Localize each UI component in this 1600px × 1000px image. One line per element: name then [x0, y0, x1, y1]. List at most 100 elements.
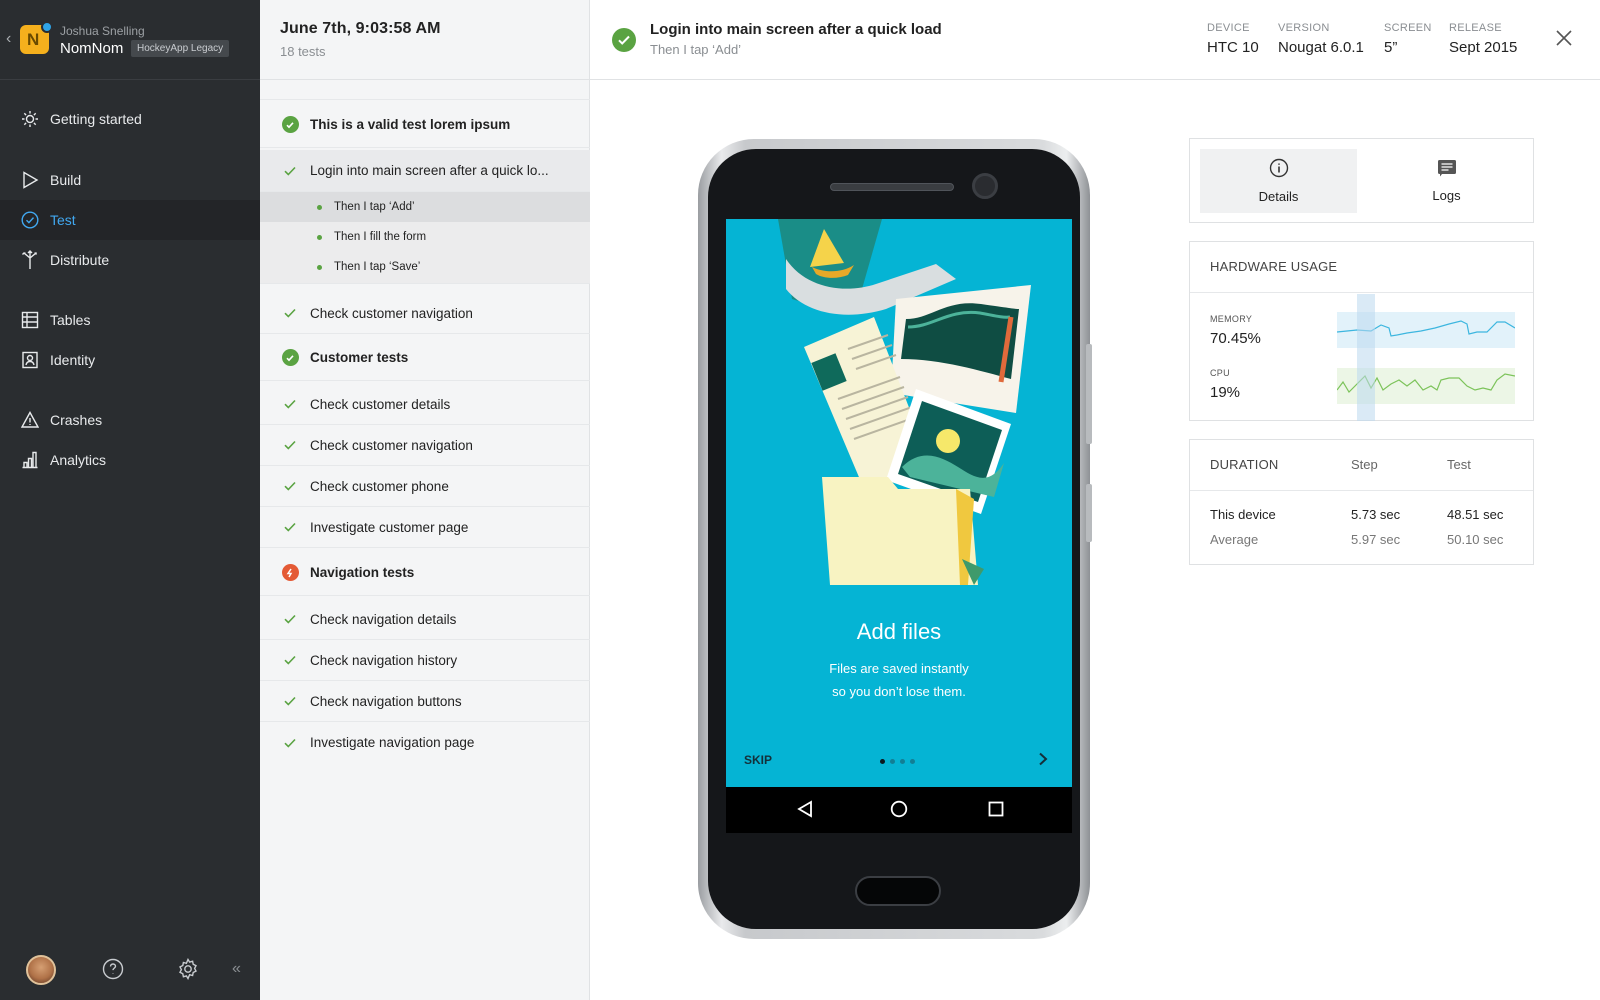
test-row[interactable]: Check customer phone	[260, 466, 590, 507]
duration-test-value: 48.51 sec	[1447, 507, 1504, 522]
step-item[interactable]: Then I tap ‘Save’	[260, 252, 590, 282]
nav-item-label: Analytics	[50, 452, 107, 468]
test-row[interactable]: Check navigation details	[260, 599, 590, 640]
tab-details[interactable]: Details	[1200, 149, 1357, 213]
id-card-icon	[20, 350, 40, 370]
test-label: Check navigation buttons	[310, 693, 462, 709]
back-triangle-icon[interactable]	[796, 800, 814, 823]
test-group-row[interactable]: This is a valid test lorem ipsum	[260, 102, 590, 148]
step-label: Then I tap ‘Save’	[334, 261, 421, 273]
test-title: Login into main screen after a quick loa…	[650, 21, 942, 38]
collapse-sidebar-icon[interactable]: «	[232, 960, 256, 984]
test-group-row[interactable]: Customer tests	[260, 335, 590, 381]
app-switcher[interactable]: ‹ N Joshua Snelling NomNom HockeyApp Leg…	[0, 0, 260, 80]
tab-label: Logs	[1432, 188, 1461, 203]
test-row[interactable]: Check navigation history	[260, 640, 590, 681]
user-name: Joshua Snelling	[60, 24, 145, 38]
check-icon	[281, 436, 299, 454]
device-frame: Add files Files are saved instantly so y…	[698, 139, 1092, 939]
nav-item-label: Test	[50, 212, 76, 228]
timeline-cursor[interactable]	[1357, 294, 1375, 421]
test-detail-content: Add files Files are saved instantly so y…	[590, 81, 1600, 1000]
test-label: Investigate navigation page	[310, 735, 475, 750]
volume-button	[1086, 344, 1092, 444]
fork-arrows-icon	[20, 250, 40, 270]
duration-step-value: 5.73 sec	[1351, 507, 1401, 522]
power-button	[1086, 484, 1092, 542]
check-icon	[281, 304, 299, 322]
app-icon: N	[20, 21, 53, 54]
tab-logs[interactable]: Logs	[1368, 149, 1525, 213]
nav-item-distribute[interactable]: Distribute	[0, 240, 260, 280]
step-dot-icon	[317, 264, 322, 270]
test-row[interactable]: Check customer navigation	[260, 425, 590, 466]
column-header-test: Test	[1447, 457, 1471, 472]
next-chevron-icon[interactable]	[1038, 752, 1048, 771]
detail-tabs-panel: Details Logs	[1189, 138, 1534, 223]
step-item[interactable]: Then I fill the form	[260, 222, 590, 252]
duration-step-value: 5.97 sec	[1351, 532, 1401, 547]
skip-button[interactable]: SKIP	[744, 753, 772, 767]
hardware-usage-panel: HARDWARE USAGE MEMORY 70.45% CPU 19%	[1189, 241, 1534, 421]
duration-row-label: This device	[1210, 507, 1276, 522]
close-icon[interactable]	[1554, 28, 1578, 52]
test-count: 18 tests	[280, 44, 326, 59]
step-dot-icon	[317, 234, 322, 240]
test-group-row-failed[interactable]: Navigation tests	[260, 550, 590, 596]
settings-gear-icon[interactable]	[177, 957, 201, 982]
test-step-subtitle: Then I tap ‘Add’	[650, 42, 742, 57]
test-row-selected[interactable]: Login into main screen after a quick lo.…	[260, 150, 590, 192]
meta-value: HTC 10	[1207, 39, 1259, 56]
warning-icon	[20, 410, 40, 430]
test-row[interactable]: Investigate customer page	[260, 507, 590, 548]
fail-status-icon	[281, 564, 299, 582]
duration-panel: DURATION Step Test This device 5.73 sec …	[1189, 439, 1534, 565]
step-dot-icon	[317, 204, 322, 210]
nav-item-analytics[interactable]: Analytics	[0, 440, 260, 480]
nav-item-build[interactable]: Build	[0, 160, 260, 200]
nav-item-crashes[interactable]: Crashes	[0, 400, 260, 440]
back-chevron-icon[interactable]: ‹	[6, 30, 11, 48]
test-label: Check customer navigation	[310, 437, 473, 453]
nav-item-tables[interactable]: Tables	[0, 300, 260, 340]
check-icon	[281, 477, 299, 495]
onboarding-subtitle: Files are saved instantly so you don’t l…	[726, 657, 1072, 703]
home-circle-icon[interactable]	[890, 800, 908, 823]
meta-version: VERSION Nougat 6.0.1	[1278, 22, 1364, 56]
sun-icon	[20, 109, 40, 129]
nav-item-test[interactable]: Test	[0, 200, 260, 240]
test-run-date: June 7th, 9:03:58 AM	[280, 20, 441, 37]
help-icon[interactable]	[102, 958, 126, 982]
logs-icon	[1437, 159, 1457, 180]
check-icon	[281, 734, 299, 752]
test-row[interactable]: Investigate navigation page	[260, 722, 590, 763]
app-icon-letter: N	[27, 30, 40, 49]
meta-key: RELEASE	[1449, 22, 1502, 34]
nav-item-label: Identity	[50, 352, 96, 368]
memory-value: 70.45%	[1210, 330, 1261, 347]
step-item[interactable]: Then I tap ‘Add’	[260, 192, 590, 222]
test-row[interactable]: Check customer navigation	[260, 293, 590, 334]
step-label: Then I tap ‘Add’	[334, 201, 415, 213]
avatar[interactable]	[26, 955, 56, 985]
check-icon	[281, 162, 299, 180]
hardware-sparklines	[1337, 294, 1515, 421]
test-label: Check customer navigation	[310, 305, 473, 321]
onboarding-title: Add files	[856, 619, 942, 644]
recents-square-icon[interactable]	[987, 800, 1005, 823]
test-row[interactable]: Check navigation buttons	[260, 681, 590, 722]
meta-key: DEVICE	[1207, 22, 1250, 34]
test-label: Investigate customer page	[310, 519, 469, 535]
onboarding-subtitle-line: Files are saved instantly	[829, 661, 969, 676]
check-icon	[281, 395, 299, 413]
meta-key: SCREEN	[1384, 22, 1432, 34]
duration-row-label: Average	[1210, 532, 1259, 547]
panel-title: HARDWARE USAGE	[1190, 242, 1533, 293]
nav-item-getting-started[interactable]: Getting started	[0, 99, 260, 139]
test-steps: Then I tap ‘Add’ Then I fill the form Th…	[260, 192, 590, 284]
meta-value: Nougat 6.0.1	[1278, 39, 1364, 56]
nav-item-identity[interactable]: Identity	[0, 340, 260, 380]
app-badge-icon	[41, 21, 53, 33]
left-navigation: ‹ N Joshua Snelling NomNom HockeyApp Leg…	[0, 0, 260, 1000]
test-row[interactable]: Check customer details	[260, 384, 590, 425]
